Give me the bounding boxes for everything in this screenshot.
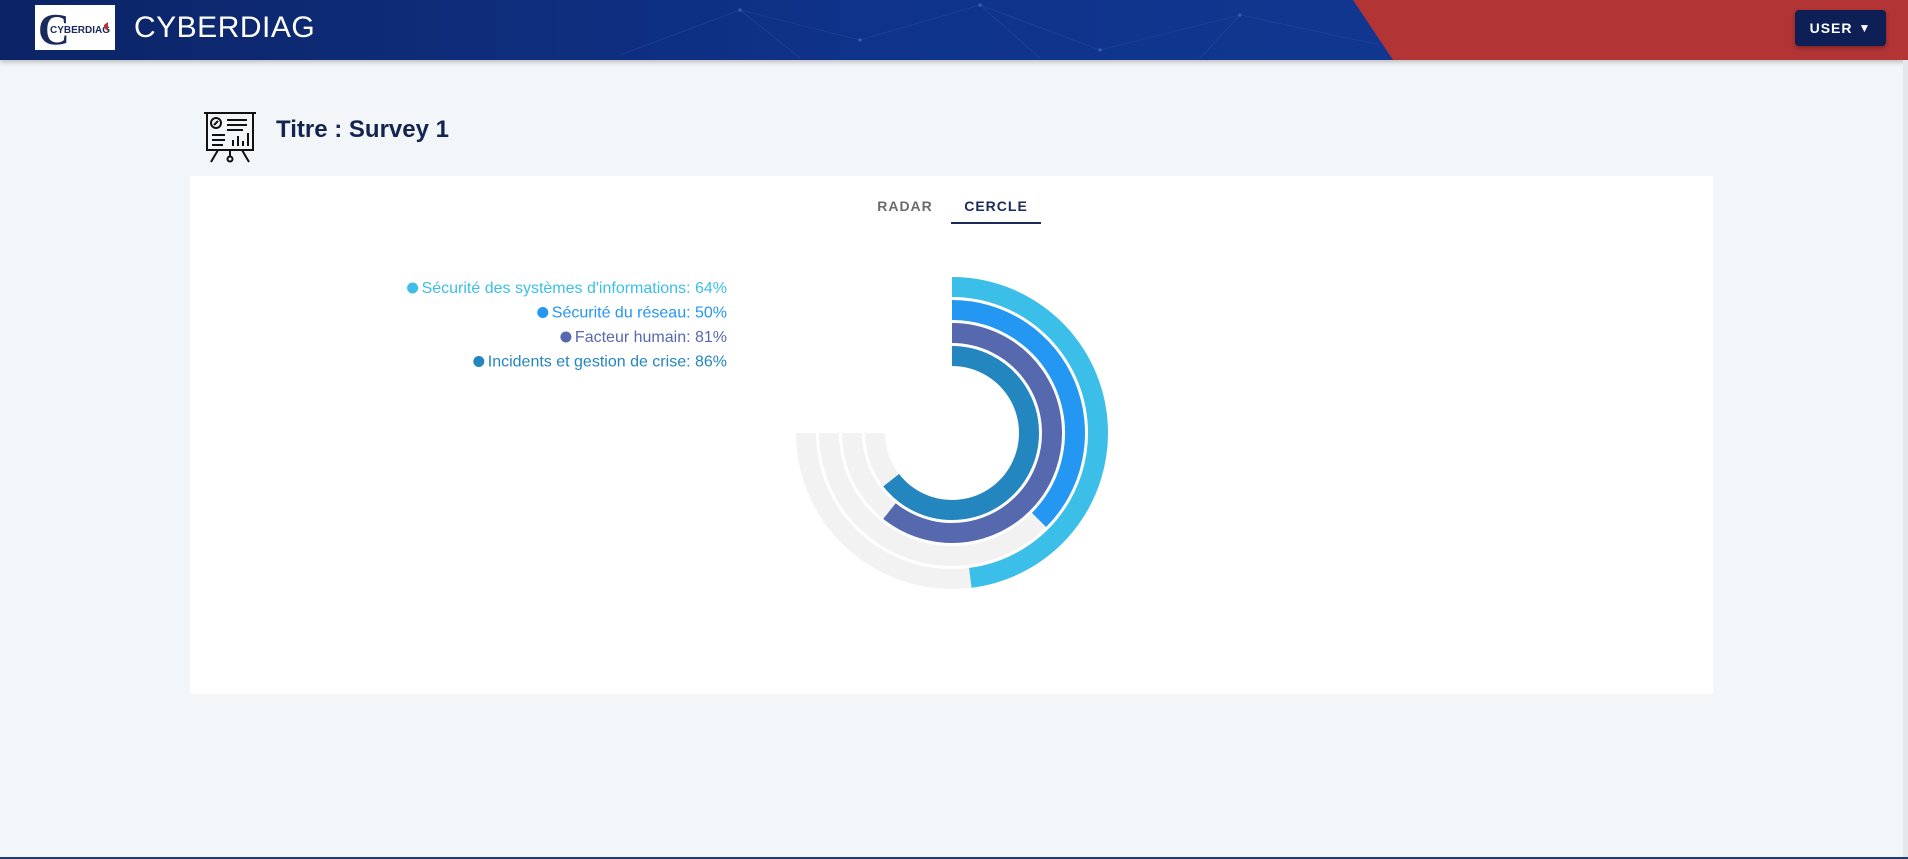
- user-menu-button[interactable]: USER ▼: [1795, 10, 1886, 46]
- legend-label-3: Facteur humain: 81%: [575, 329, 727, 346]
- logo-text: CYBERDIAG: [50, 25, 110, 36]
- user-button-label: USER: [1809, 20, 1853, 36]
- legend-marker-2: [537, 307, 549, 318]
- radial-bar-4[interactable]: [883, 346, 1039, 520]
- radial-bar-chart: Sécurité des systèmes d'informations: 64…: [407, 277, 1109, 589]
- vertical-scrollbar[interactable]: [1903, 60, 1908, 859]
- page-title: Titre : Survey 1: [276, 116, 449, 143]
- chart-card: RADAR CERCLE Sécurité des systèmes d'inf…: [190, 176, 1713, 694]
- legend-marker-1: [407, 282, 419, 294]
- legend-marker-3: [560, 331, 572, 343]
- top-header: C CYBERDIAG CYBERDIAG USER ▼: [0, 0, 1908, 60]
- logo-graphic: C CYBERDIAG: [38, 5, 110, 54]
- presentation-board-icon: [204, 112, 256, 163]
- legend-label-2: Sécurité du réseau: 50%: [552, 305, 727, 322]
- legend-label-4: Incidents et gestion de crise: 86%: [488, 354, 727, 371]
- chevron-down-icon: ▼: [1858, 21, 1872, 35]
- legend-label-1: Sécurité des systèmes d'informations: 64…: [422, 280, 727, 297]
- network-background-graphic: [619, 3, 1381, 59]
- cyberdiag-logo[interactable]: C CYBERDIAG: [35, 5, 115, 54]
- app-title: CYBERDIAG: [134, 11, 316, 44]
- legend-marker-4: [473, 356, 485, 367]
